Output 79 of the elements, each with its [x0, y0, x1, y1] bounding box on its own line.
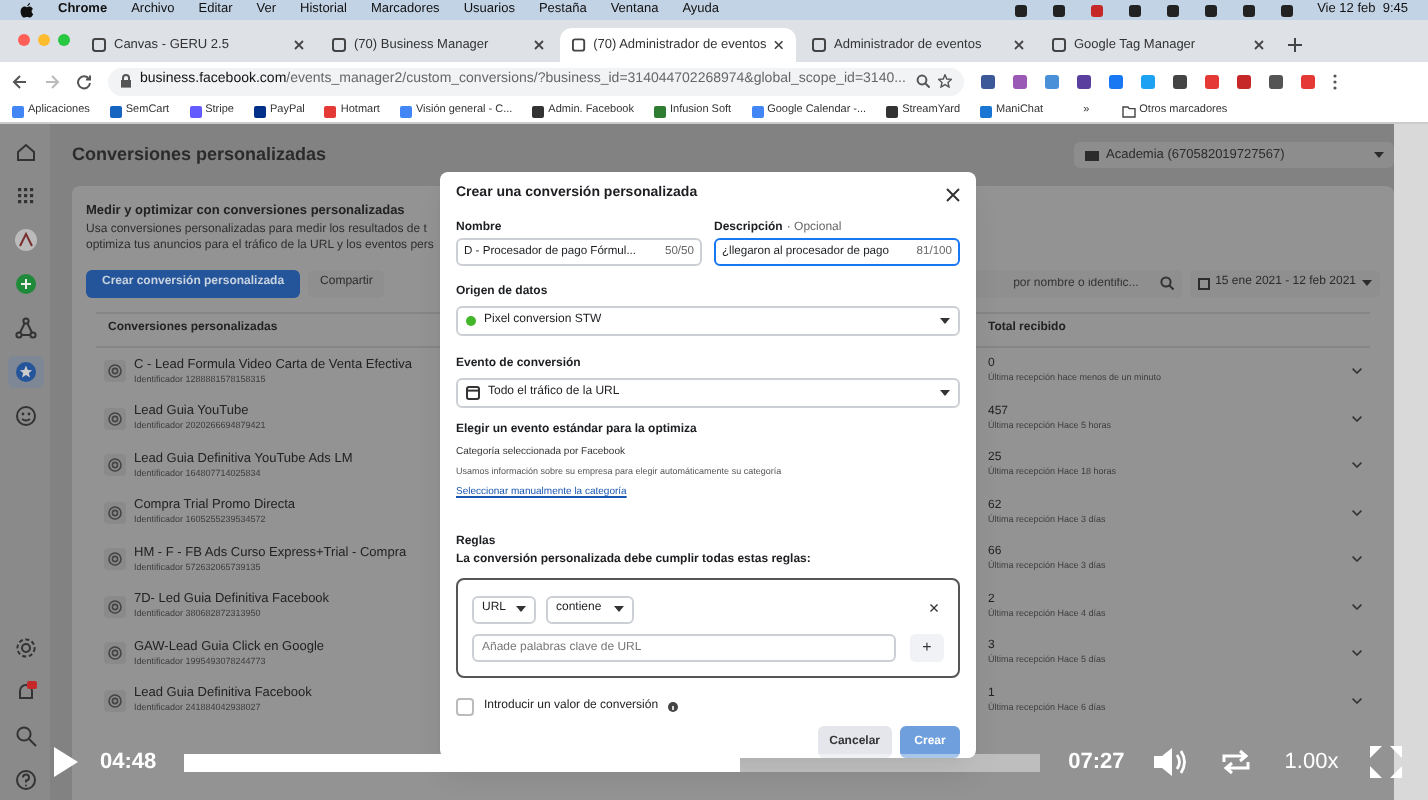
lock-icon	[120, 74, 132, 88]
caret-icon	[1374, 152, 1384, 158]
caret-icon	[516, 606, 526, 613]
close-icon[interactable]	[534, 40, 544, 50]
calendar-icon	[466, 385, 480, 400]
bookmark-icon	[751, 105, 764, 117]
help-icon	[13, 768, 37, 792]
bookmark-icon	[324, 105, 337, 117]
zoom-icon[interactable]	[916, 74, 930, 88]
search-icon[interactable]	[1159, 276, 1174, 291]
bookmark-icon	[189, 105, 202, 117]
bookmark-icon	[253, 105, 266, 117]
home-icon	[13, 140, 37, 164]
close-icon[interactable]	[294, 40, 304, 50]
info-icon	[668, 702, 679, 713]
chevron-icon[interactable]	[1352, 368, 1362, 374]
remove-rule-button[interactable]: ×	[924, 600, 944, 619]
chevron-icon[interactable]	[1352, 556, 1362, 562]
loop-icon[interactable]	[1220, 748, 1253, 776]
briefcase-icon	[1084, 148, 1100, 162]
reload-icon[interactable]	[76, 73, 92, 89]
duration: 07:27	[1068, 747, 1125, 778]
close-icon[interactable]	[774, 40, 784, 50]
bookmark-icon	[532, 105, 545, 117]
caret-icon	[614, 606, 624, 613]
sidebar-item[interactable]	[7, 356, 43, 388]
page-icon	[332, 38, 346, 52]
grid-icon	[13, 184, 37, 208]
page-icon	[92, 38, 106, 52]
notification-icon	[13, 680, 37, 704]
bookmark-icon	[109, 105, 122, 117]
fullscreen-icon[interactable]	[1370, 746, 1403, 778]
status-icon[interactable]	[1279, 3, 1294, 17]
graph-icon	[13, 316, 37, 340]
status-icon[interactable]	[1051, 3, 1066, 17]
chevron-icon[interactable]	[1352, 509, 1362, 515]
search-icon	[13, 724, 37, 748]
apple-icon	[20, 2, 34, 18]
star-icon	[13, 360, 37, 384]
page-icon	[812, 38, 826, 52]
page-title: Conversiones personalizadas	[72, 141, 327, 168]
settings-icon	[13, 636, 37, 660]
close-icon[interactable]	[946, 187, 960, 202]
status-icon[interactable]	[1127, 3, 1142, 17]
add-keyword-button[interactable]: +	[910, 633, 944, 662]
checkbox[interactable]	[456, 698, 474, 717]
status-icon[interactable]	[1013, 3, 1028, 17]
new-tab-icon[interactable]	[1288, 38, 1302, 52]
bookmark-icon	[886, 105, 899, 117]
page-icon	[1052, 38, 1066, 52]
progress-track[interactable]	[184, 753, 1041, 771]
bookmark-icon	[653, 105, 666, 117]
chevron-icon[interactable]	[1352, 415, 1362, 421]
folder-icon	[1121, 105, 1136, 117]
bookmark-icon	[399, 105, 412, 117]
caret-icon	[940, 389, 950, 396]
caret-icon	[940, 317, 950, 324]
back-icon[interactable]	[12, 73, 28, 89]
calendar-icon	[1197, 277, 1210, 290]
logo-icon	[13, 228, 37, 252]
more-icon[interactable]	[1332, 73, 1338, 89]
close-icon[interactable]	[1014, 40, 1024, 50]
bookmark-icon	[980, 105, 993, 117]
bookmark-icon	[12, 105, 24, 117]
chevron-icon[interactable]	[1352, 697, 1362, 703]
close-icon[interactable]	[1254, 40, 1264, 50]
chevron-icon[interactable]	[1352, 603, 1362, 609]
chevron-icon[interactable]	[1352, 650, 1362, 656]
status-icon[interactable]	[1241, 3, 1256, 17]
add-icon	[13, 272, 37, 296]
chevron-icon[interactable]	[1352, 462, 1362, 468]
status-icon[interactable]	[1165, 3, 1180, 17]
volume-icon[interactable]	[1152, 746, 1189, 778]
face-icon	[13, 404, 37, 428]
star-icon[interactable]	[938, 74, 952, 88]
page-icon	[572, 38, 586, 52]
caret-icon	[1362, 280, 1372, 287]
status-icon[interactable]	[1203, 3, 1218, 17]
elapsed-time: 04:48	[100, 747, 157, 778]
